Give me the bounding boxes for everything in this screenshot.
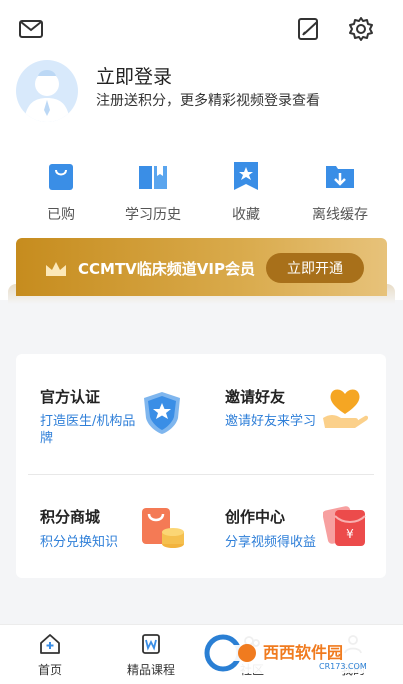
service-title: 积分商城 <box>40 508 101 526</box>
coin-bag-icon <box>138 502 186 550</box>
service-title: 官方认证 <box>40 388 101 406</box>
star-bookmark-icon <box>230 160 262 192</box>
service-subtitle: 邀请好友来学习 <box>225 414 317 429</box>
service-points-mall[interactable]: 积分商城 积分兑换知识 <box>16 474 196 584</box>
quick-label: 已购 <box>47 207 75 223</box>
tab-courses[interactable]: 精品课程 <box>121 633 181 678</box>
quick-history[interactable]: 学习历史 <box>113 160 193 224</box>
service-subtitle: 打造医生/机构品牌 <box>40 414 136 446</box>
mail-icon[interactable] <box>16 14 46 44</box>
course-icon <box>140 633 162 655</box>
login-subtitle: 注册送积分，更多精彩视频登录查看 <box>96 93 320 109</box>
home-plus-icon <box>39 633 61 655</box>
services-card: 官方认证 打造医生/机构品牌 邀请好友 邀请好友来学习 积分商城 积分兑换知识 … <box>16 354 386 578</box>
tab-home[interactable]: 首页 <box>20 633 80 678</box>
svg-text:¥: ¥ <box>346 527 354 541</box>
red-envelope-icon: ¥ <box>322 502 371 550</box>
quick-offline[interactable]: 离线缓存 <box>300 160 380 224</box>
shield-star-icon <box>138 388 186 436</box>
heart-hand-icon <box>321 384 369 432</box>
service-creator[interactable]: 创作中心 分享视频得收益 ¥ <box>201 474 381 584</box>
crown-icon <box>46 262 66 276</box>
quick-label: 收藏 <box>232 207 260 223</box>
download-folder-icon <box>324 160 356 192</box>
service-certification[interactable]: 官方认证 打造医生/机构品牌 <box>16 354 196 464</box>
login-title[interactable]: 立即登录 <box>96 62 172 89</box>
service-subtitle: 积分兑换知识 <box>40 535 119 550</box>
service-title: 创作中心 <box>225 508 286 526</box>
vip-open-button[interactable]: 立即开通 <box>266 253 364 283</box>
tab-label: 首页 <box>37 663 62 677</box>
shopping-bag-icon <box>45 160 77 192</box>
edit-icon[interactable] <box>294 14 324 44</box>
book-icon <box>137 160 169 192</box>
quick-label: 学习历史 <box>125 207 181 223</box>
vip-banner[interactable]: CCMTV临床频道VIP会员 立即开通 <box>16 238 387 296</box>
quick-favorites[interactable]: 收藏 <box>206 160 286 224</box>
gear-icon[interactable] <box>346 14 376 44</box>
quick-label: 离线缓存 <box>312 207 368 223</box>
watermark-logo: 西西软件园 CR173.COM <box>204 634 367 672</box>
watermark-sub: CR173.COM <box>319 662 367 671</box>
avatar[interactable] <box>16 60 78 122</box>
vip-text: CCMTV临床频道VIP会员 <box>78 260 255 278</box>
watermark: 西西软件园 CR173.COM <box>203 633 383 673</box>
service-invite[interactable]: 邀请好友 邀请好友来学习 <box>201 354 381 464</box>
watermark-text: 西西软件园 <box>263 643 343 662</box>
service-subtitle: 分享视频得收益 <box>225 535 317 550</box>
service-title: 邀请好友 <box>225 388 286 406</box>
quick-purchased[interactable]: 已购 <box>21 160 101 224</box>
tab-label: 精品课程 <box>126 663 175 677</box>
